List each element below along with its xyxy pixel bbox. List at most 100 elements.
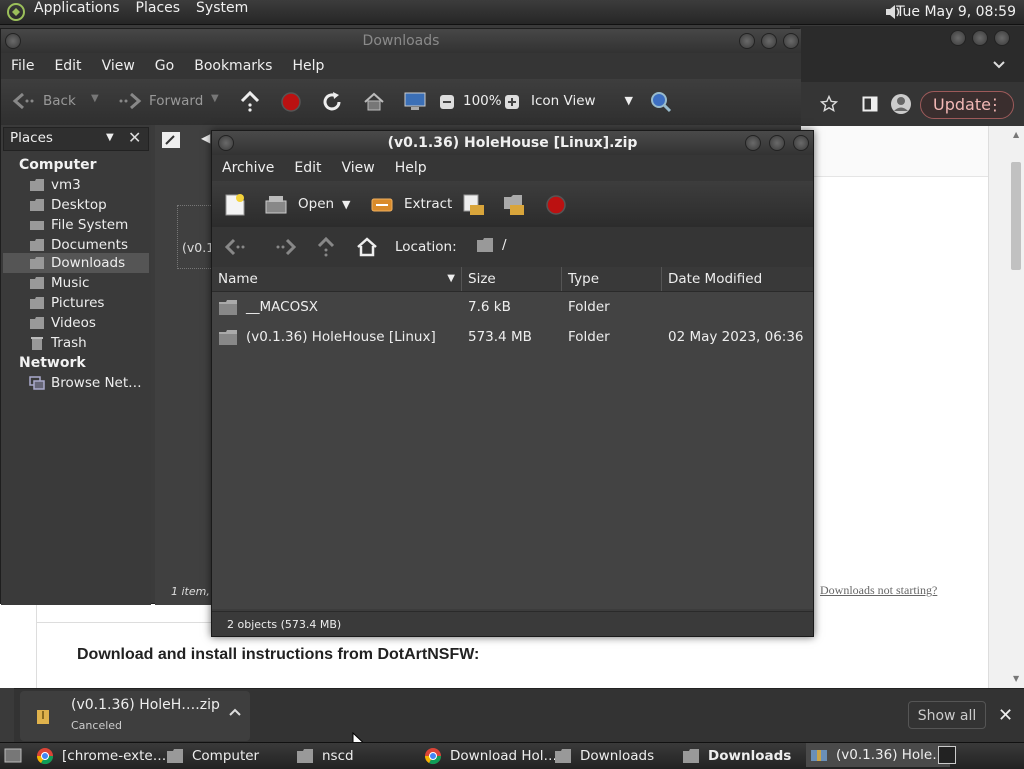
archive-minimize-button[interactable] bbox=[745, 135, 761, 151]
column-date-header[interactable]: Date Modified bbox=[662, 267, 813, 291]
download-item[interactable]: (v0.1.36) HoleH….zip Canceled bbox=[20, 691, 250, 741]
location-path[interactable]: / bbox=[476, 237, 507, 253]
open-label: Open bbox=[298, 196, 335, 212]
download-state: Canceled bbox=[71, 719, 123, 732]
show-all-button[interactable]: Show all bbox=[908, 701, 986, 729]
path-left-arrow-icon[interactable]: ◀ bbox=[201, 131, 210, 145]
add-folder-icon[interactable] bbox=[502, 193, 526, 217]
back-arrow-icon[interactable] bbox=[224, 237, 248, 257]
table-row[interactable]: __MACOSX 7.6 kB Folder bbox=[212, 292, 813, 322]
zoom-level[interactable]: 100% bbox=[463, 93, 502, 109]
taskbar-item-nscd[interactable]: nscd bbox=[296, 743, 354, 769]
archive-maximize-button[interactable] bbox=[769, 135, 785, 151]
archive-window-menu-button[interactable] bbox=[218, 135, 234, 151]
column-type-header[interactable]: Type bbox=[562, 267, 662, 291]
sidebar-item-browse-network[interactable]: Browse Net… bbox=[29, 373, 142, 393]
forward-arrow-icon[interactable] bbox=[274, 237, 298, 257]
scroll-down-icon[interactable]: ▼ bbox=[1013, 674, 1019, 683]
nautilus-window-menu-button[interactable] bbox=[5, 33, 21, 49]
search-icon[interactable] bbox=[649, 90, 673, 114]
column-size-header[interactable]: Size bbox=[462, 267, 562, 291]
taskbar-item-downloads-active[interactable]: Downloads bbox=[682, 743, 791, 769]
up-icon[interactable] bbox=[316, 236, 336, 258]
location-path-text: / bbox=[502, 237, 507, 253]
taskbar-item-chrome-extension[interactable]: [chrome-exte… bbox=[36, 743, 166, 769]
archive-close-button[interactable] bbox=[793, 135, 809, 151]
menu-edit[interactable]: Edit bbox=[44, 53, 91, 79]
add-files-icon[interactable] bbox=[462, 193, 486, 217]
sidebar-item-videos[interactable]: Videos bbox=[29, 313, 96, 333]
view-mode-select[interactable]: Icon View ▼ bbox=[531, 93, 633, 113]
menu-view[interactable]: View bbox=[332, 155, 385, 181]
nautilus-minimize-button[interactable] bbox=[739, 33, 755, 49]
bookmark-star-icon[interactable] bbox=[820, 95, 838, 113]
chrome-scrollbar[interactable]: ▲ ▼ bbox=[988, 126, 1024, 688]
zoom-in-icon[interactable] bbox=[504, 94, 520, 110]
show-desktop-icon[interactable] bbox=[4, 748, 22, 764]
sidebar-item-desktop[interactable]: Desktop bbox=[29, 195, 107, 215]
edit-location-icon[interactable] bbox=[161, 131, 181, 149]
forward-history-chevron-icon[interactable]: ▼ bbox=[211, 93, 219, 104]
stop-icon[interactable] bbox=[546, 195, 566, 215]
archive-titlebar[interactable]: (v0.1.36) HoleHouse [Linux].zip bbox=[212, 131, 813, 155]
close-sidebar-icon[interactable]: ✕ bbox=[128, 128, 141, 147]
profile-avatar-icon[interactable] bbox=[890, 93, 912, 115]
sidebar-item-pictures[interactable]: Pictures bbox=[29, 293, 104, 313]
back-button[interactable]: Back bbox=[11, 91, 76, 111]
menu-help[interactable]: Help bbox=[385, 155, 437, 181]
menu-file[interactable]: File bbox=[1, 53, 44, 79]
taskbar-item-archive[interactable]: (v0.1.36) Hole… bbox=[806, 743, 950, 767]
places-selector[interactable]: Places ▼ ✕ bbox=[3, 127, 149, 151]
downloads-not-starting-link[interactable]: Downloads not starting? bbox=[820, 583, 937, 598]
sidebar-item-downloads[interactable]: Downloads bbox=[29, 253, 125, 273]
taskbar-item-chrome-download[interactable]: Download Hol… bbox=[424, 743, 557, 769]
home-icon[interactable] bbox=[363, 91, 385, 113]
sidebar-item-documents[interactable]: Documents bbox=[29, 235, 128, 255]
chrome-minimize-button[interactable] bbox=[950, 30, 966, 46]
stop-icon[interactable] bbox=[281, 92, 301, 112]
menu-go[interactable]: Go bbox=[145, 53, 184, 79]
sidebar-item-vm3[interactable]: vm3 bbox=[29, 175, 81, 195]
scrollbar-thumb[interactable] bbox=[1011, 162, 1021, 270]
open-button[interactable]: Open bbox=[264, 193, 334, 215]
sidebar-item-file-system[interactable]: File System bbox=[29, 215, 128, 235]
panel-clock[interactable]: Tue May 9, 08:59 bbox=[896, 0, 1016, 24]
menu-applications[interactable]: Applications bbox=[26, 0, 128, 24]
menu-bookmarks[interactable]: Bookmarks bbox=[184, 53, 282, 79]
home-icon[interactable] bbox=[356, 236, 378, 258]
menu-places[interactable]: Places bbox=[128, 0, 189, 24]
new-archive-icon[interactable] bbox=[224, 193, 246, 217]
menu-help[interactable]: Help bbox=[282, 53, 334, 79]
column-name-header[interactable]: Name ▼ bbox=[212, 267, 462, 291]
menu-edit[interactable]: Edit bbox=[284, 155, 331, 181]
reload-icon[interactable] bbox=[321, 91, 343, 113]
sidebar-item-trash[interactable]: Trash bbox=[29, 333, 87, 353]
close-download-bar-icon[interactable]: ✕ bbox=[998, 705, 1013, 726]
up-icon[interactable] bbox=[239, 90, 261, 114]
scroll-up-icon[interactable]: ▲ bbox=[1013, 130, 1019, 139]
chrome-update-button[interactable]: Update ⋮ bbox=[920, 91, 1014, 119]
sidebar-item-music[interactable]: Music bbox=[29, 273, 89, 293]
computer-icon[interactable] bbox=[403, 91, 427, 113]
table-row[interactable]: (v0.1.36) HoleHouse [Linux] 573.4 MB Fol… bbox=[212, 322, 813, 352]
menu-archive[interactable]: Archive bbox=[212, 155, 284, 181]
distro-logo-icon[interactable] bbox=[6, 2, 26, 22]
zoom-out-icon[interactable] bbox=[439, 94, 455, 110]
taskbar-item-computer[interactable]: Computer bbox=[166, 743, 259, 769]
nautilus-titlebar[interactable]: Downloads bbox=[1, 29, 801, 53]
tab-search-chevron-icon[interactable] bbox=[992, 60, 1006, 70]
menu-system[interactable]: System bbox=[188, 0, 256, 24]
download-options-chevron-icon[interactable] bbox=[228, 707, 242, 717]
workspace-switcher[interactable] bbox=[938, 746, 956, 764]
extract-button[interactable]: Extract bbox=[370, 193, 452, 215]
chrome-close-button[interactable] bbox=[994, 30, 1010, 46]
side-panel-icon[interactable] bbox=[862, 96, 878, 112]
nautilus-maximize-button[interactable] bbox=[761, 33, 777, 49]
taskbar-item-downloads[interactable]: Downloads bbox=[554, 743, 654, 769]
chrome-maximize-button[interactable] bbox=[972, 30, 988, 46]
open-with-chevron-icon[interactable]: ▼ bbox=[342, 198, 350, 211]
menu-view[interactable]: View bbox=[92, 53, 145, 79]
forward-button[interactable]: Forward bbox=[117, 91, 203, 111]
back-history-chevron-icon[interactable]: ▼ bbox=[91, 93, 99, 104]
nautilus-close-button[interactable] bbox=[783, 33, 799, 49]
